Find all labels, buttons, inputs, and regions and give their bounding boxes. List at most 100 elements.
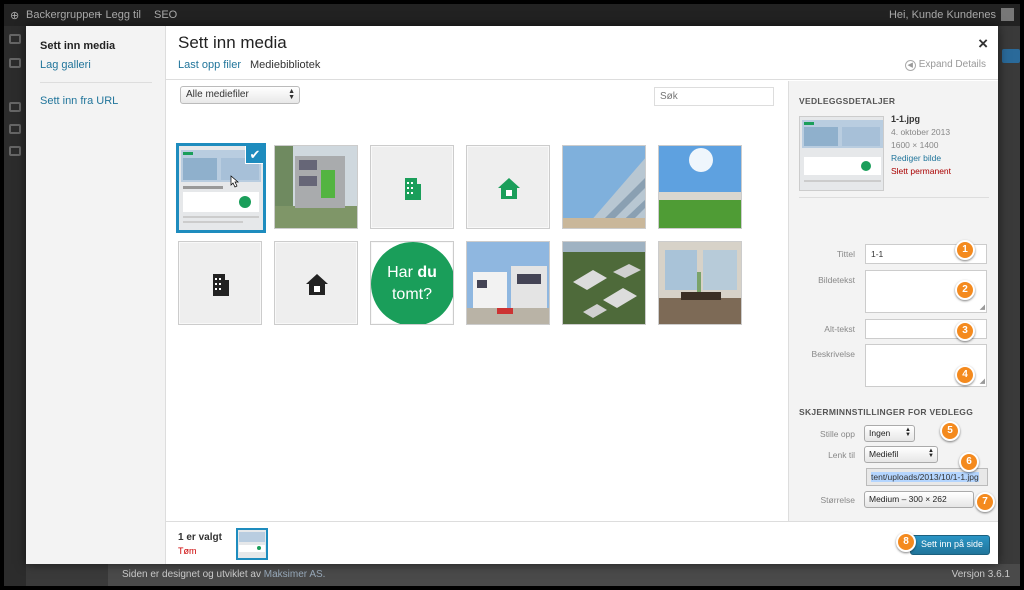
annotation-badge-6: 6 — [959, 452, 979, 472]
attachments-browser: Alle mediefiler ▲▼ ✔ — [166, 81, 788, 521]
circle-text-har: Har — [387, 264, 418, 281]
attachment-filename: 1-1.jpg — [891, 114, 921, 124]
title-label: Tittel — [836, 249, 855, 259]
attachment-thumb-screenshot[interactable]: ✔ — [176, 143, 266, 233]
attachment-thumb-interior[interactable] — [658, 241, 742, 325]
admin-footer: Siden er designet og utviklet av Maksime… — [108, 564, 1020, 586]
select-arrows-icon: ▲ ▼ — [288, 88, 295, 101]
menu-create-gallery[interactable]: Lag galleri — [40, 59, 91, 71]
selected-attachment-thumb[interactable] — [236, 528, 268, 560]
green-circle — [371, 242, 453, 324]
interior-photo — [659, 242, 741, 324]
expand-details-button[interactable]: ◀ Expand Details — [904, 59, 986, 71]
attachment-thumb-house-icon-green[interactable] — [466, 145, 550, 229]
link-to-select[interactable]: Mediefil ▲ ▼ — [864, 446, 938, 463]
annotation-badge-5: 5 — [940, 421, 960, 441]
attachment-thumb-modern-houses[interactable] — [466, 241, 550, 325]
tab-upload-files[interactable]: Last opp filer — [178, 59, 241, 71]
attachment-thumb-building-icon-green[interactable] — [370, 145, 454, 229]
attachment-thumb-har-du-tomt[interactable]: Har du tomt? — [370, 241, 454, 325]
close-icon[interactable]: × — [978, 34, 988, 54]
caption-label: Bildetekst — [818, 275, 855, 285]
media-icon[interactable] — [9, 102, 21, 112]
menu-insert-from-url[interactable]: Sett inn fra URL — [40, 95, 118, 107]
attachment-date: 4. oktober 2013 — [891, 127, 951, 137]
comments-icon[interactable] — [9, 146, 21, 156]
insert-into-page-button[interactable]: Sett inn på side — [910, 535, 990, 555]
pages-icon[interactable] — [9, 124, 21, 134]
admin-bar-seo[interactable]: SEO — [154, 9, 177, 21]
attachment-thumb-residential-park[interactable] — [658, 145, 742, 229]
building-icon — [213, 274, 229, 296]
tab-media-library[interactable]: Mediebibliotek — [250, 59, 320, 71]
search-input[interactable] — [654, 87, 774, 106]
admin-bar: ⊕ Backergruppen + Legg til SEO Hei, Kund… — [4, 4, 1020, 26]
circle-text-du: du — [417, 264, 437, 281]
dashboard-icon[interactable] — [9, 34, 21, 44]
house-icon — [306, 274, 328, 295]
annotation-badge-7: 7 — [975, 492, 995, 512]
admin-bar-wp-logo-icon[interactable]: ⊕ — [10, 9, 19, 22]
select-arrows-icon: ▲ ▼ — [928, 448, 934, 459]
glass-facade-photo — [563, 146, 645, 228]
media-menu: Sett inn media Lag galleri Sett inn fra … — [26, 26, 166, 564]
admin-bar-add-new[interactable]: + Legg til — [96, 9, 141, 21]
align-select[interactable]: Ingen ▲ ▼ — [864, 425, 915, 442]
posts-icon[interactable] — [9, 58, 21, 68]
annotation-badge-2: 2 — [955, 280, 975, 300]
admin-bar-site-name[interactable]: Backergruppen — [26, 9, 101, 21]
screenshot-image — [800, 117, 883, 190]
footer-credit: Siden er designet og utviklet av — [122, 569, 261, 580]
building-icon — [405, 178, 421, 200]
publish-button-peek — [1002, 49, 1020, 63]
footer-version: Versjon 3.6.1 — [951, 569, 1010, 580]
modern-houses-photo — [467, 242, 549, 324]
description-label: Beskrivelse — [811, 349, 855, 359]
attachment-preview-thumbnail — [799, 116, 884, 191]
screenshot-image — [238, 530, 266, 558]
attachment-dimensions: 1600 × 1400 — [891, 140, 939, 150]
arrow-left-icon: ◀ — [904, 60, 916, 71]
annotation-badge-1: 1 — [955, 240, 975, 260]
annotation-badge-3: 3 — [955, 321, 975, 341]
size-value: Medium – 300 × 262 — [869, 494, 947, 504]
delete-permanently-link[interactable]: Slett permanent — [891, 166, 951, 176]
resize-handle-icon[interactable]: ◢ — [980, 304, 985, 311]
circle-text-line1: Har du — [371, 264, 453, 282]
aerial-render-photo — [563, 242, 645, 324]
menu-insert-media[interactable]: Sett inn media — [40, 40, 115, 52]
details-heading: VEDLEGGSDETALJER — [799, 96, 896, 106]
menu-separator — [40, 82, 152, 83]
expand-details-label: Expand Details — [918, 59, 986, 70]
link-url-value: tent/uploads/2013/10/1-1.jpg — [871, 472, 979, 482]
details-separator — [799, 197, 989, 198]
select-arrows-icon: ▲ ▼ — [905, 427, 911, 438]
attachment-thumb-aerial-render[interactable] — [562, 241, 646, 325]
edit-image-link[interactable]: Rediger bilde — [891, 153, 941, 163]
footer-credit-link[interactable]: Maksimer AS. — [264, 569, 326, 580]
admin-side-menu — [4, 26, 26, 586]
alt-text-label: Alt-tekst — [824, 324, 855, 334]
media-modal: Sett inn media Lag galleri Sett inn fra … — [26, 26, 998, 564]
media-filter-value: Alle mediefiler — [186, 89, 249, 100]
align-label: Stille opp — [820, 429, 855, 439]
link-to-value: Mediefil — [869, 449, 899, 459]
attachment-thumb-house-icon-black[interactable] — [274, 241, 358, 325]
clear-selection-link[interactable]: Tøm — [178, 546, 197, 556]
modal-title: Sett inn media — [178, 33, 287, 52]
media-filter-select[interactable]: Alle mediefiler ▲ ▼ — [180, 86, 300, 104]
annotation-badge-4: 4 — [955, 365, 975, 385]
size-select[interactable]: Medium – 300 × 262 — [864, 491, 974, 508]
media-toolbar: 1 er valgt Tøm Sett inn på side 8 — [166, 521, 998, 564]
residential-park-photo — [659, 146, 741, 228]
display-settings-heading: SKJERMINNSTILLINGER FOR VEDLEGG — [799, 407, 974, 417]
check-icon[interactable]: ✔ — [245, 146, 263, 164]
attachment-thumb-building-green[interactable] — [274, 145, 358, 229]
avatar[interactable] — [1001, 8, 1014, 21]
attachment-details-sidebar: VEDLEGGSDETALJER 1-1.jpg 4. oktober 2013… — [788, 81, 998, 521]
resize-handle-icon[interactable]: ◢ — [980, 378, 985, 385]
attachment-thumb-building-icon-black[interactable] — [178, 241, 262, 325]
admin-bar-greeting[interactable]: Hei, Kunde Kundenes — [889, 9, 996, 21]
align-value: Ingen — [869, 428, 891, 438]
attachment-thumb-glass-facade[interactable] — [562, 145, 646, 229]
